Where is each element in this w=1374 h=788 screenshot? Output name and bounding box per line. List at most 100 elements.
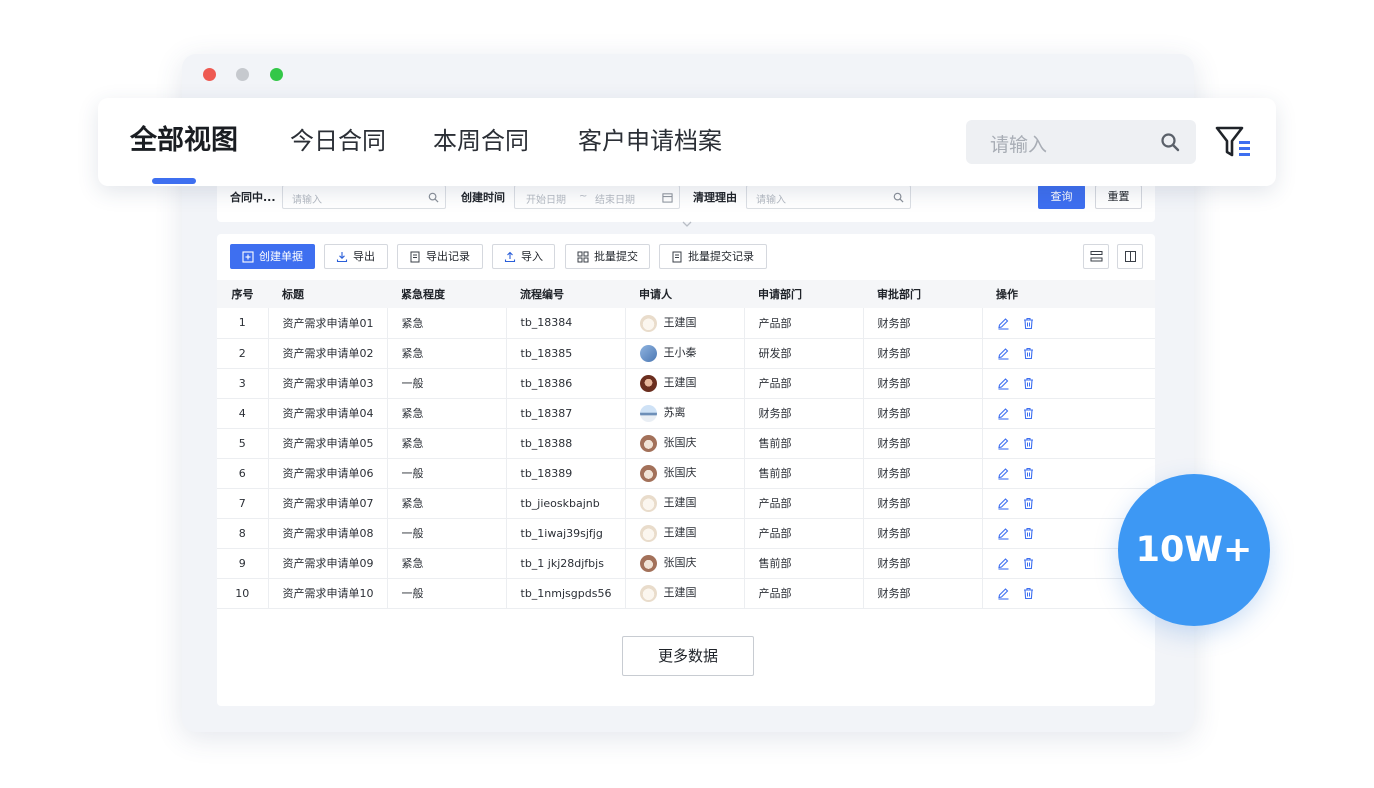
tab-all-views[interactable]: 全部视图 bbox=[130, 124, 238, 158]
contract-filter-input[interactable]: 请输入 bbox=[282, 185, 446, 209]
edit-icon[interactable] bbox=[997, 497, 1010, 510]
cell-actions bbox=[982, 368, 1155, 399]
cell-actions bbox=[982, 338, 1155, 369]
trash-icon[interactable] bbox=[1022, 527, 1035, 540]
batch-submit-button[interactable]: 批量提交 bbox=[565, 244, 650, 269]
table-row[interactable]: 4 资产需求申请单04 紧急 tb_18387 苏离 财务部 财务部 bbox=[217, 398, 1155, 429]
cell-index: 7 bbox=[217, 488, 269, 519]
cell-actions bbox=[982, 428, 1155, 459]
avatar bbox=[639, 344, 657, 362]
collapse-chevron-icon[interactable] bbox=[680, 219, 694, 229]
edit-icon[interactable] bbox=[997, 587, 1010, 600]
column-settings-button[interactable] bbox=[1117, 244, 1143, 269]
table-row[interactable]: 9 资产需求申请单09 紧急 tb_1 jkj28djfbjs 张国庆 售前部 财务部 bbox=[217, 548, 1155, 579]
window-close-dot[interactable] bbox=[203, 68, 216, 81]
clear-reason-label: 清理理由 bbox=[693, 191, 737, 204]
cell-flow-number: tb_1 jkj28djfbjs bbox=[506, 548, 626, 579]
trash-icon[interactable] bbox=[1022, 347, 1035, 360]
search-icon[interactable] bbox=[1160, 132, 1180, 152]
edit-icon[interactable] bbox=[997, 377, 1010, 390]
table-row[interactable]: 10 资产需求申请单10 一般 tb_1nmjsgpds56 王建国 产品部 财务部 bbox=[217, 578, 1155, 609]
cell-applicant: 张国庆 bbox=[625, 428, 745, 459]
date-range-picker[interactable]: 开始日期 ~ 结束日期 bbox=[514, 185, 680, 209]
active-tab-indicator bbox=[152, 178, 196, 184]
trash-icon[interactable] bbox=[1022, 497, 1035, 510]
applicant-name: 苏离 bbox=[663, 406, 686, 420]
document-icon bbox=[410, 251, 420, 263]
window-maximize-dot[interactable] bbox=[270, 68, 283, 81]
edit-icon[interactable] bbox=[997, 407, 1010, 420]
table-row[interactable]: 3 资产需求申请单03 一般 tb_18386 王建国 产品部 财务部 bbox=[217, 368, 1155, 399]
columns-icon bbox=[1125, 251, 1136, 262]
table-row[interactable]: 8 资产需求申请单08 一般 tb_1iwaj39sjfjg 王建国 产品部 财务部 bbox=[217, 518, 1155, 549]
trash-icon[interactable] bbox=[1022, 587, 1035, 600]
table-row[interactable]: 6 资产需求申请单06 一般 tb_18389 张国庆 售前部 财务部 bbox=[217, 458, 1155, 489]
clear-reason-input[interactable]: 请输入 bbox=[746, 185, 911, 209]
col-header-applicant[interactable]: 申请人 bbox=[625, 280, 744, 308]
cell-actions bbox=[982, 458, 1155, 489]
cell-urgency: 一般 bbox=[387, 458, 507, 489]
export-log-button[interactable]: 导出记录 bbox=[397, 244, 483, 269]
cell-index: 10 bbox=[217, 578, 269, 609]
filter-list-icon[interactable] bbox=[1214, 124, 1254, 160]
avatar bbox=[639, 374, 657, 392]
batch-submit-log-button[interactable]: 批量提交记录 bbox=[659, 244, 767, 269]
create-document-button[interactable]: 创建单据 bbox=[230, 244, 315, 269]
trash-icon[interactable] bbox=[1022, 557, 1035, 570]
cell-applicant: 王建国 bbox=[625, 518, 745, 549]
cell-apply-dept: 产品部 bbox=[744, 308, 864, 339]
table-row[interactable]: 7 资产需求申请单07 紧急 tb_jieoskbajnb 王建国 产品部 财务部 bbox=[217, 488, 1155, 519]
applicant-name: 张国庆 bbox=[663, 556, 697, 570]
edit-icon[interactable] bbox=[997, 437, 1010, 450]
cell-urgency: 紧急 bbox=[387, 488, 507, 519]
export-label: 导出 bbox=[353, 250, 375, 263]
trash-icon[interactable] bbox=[1022, 467, 1035, 480]
cell-actions bbox=[982, 398, 1155, 429]
load-more-button[interactable]: 更多数据 bbox=[622, 636, 754, 676]
trash-icon[interactable] bbox=[1022, 377, 1035, 390]
cell-flow-number: tb_18389 bbox=[506, 458, 626, 489]
edit-icon[interactable] bbox=[997, 317, 1010, 330]
trash-icon[interactable] bbox=[1022, 317, 1035, 330]
trash-icon[interactable] bbox=[1022, 407, 1035, 420]
cell-apply-dept: 产品部 bbox=[744, 518, 864, 549]
cell-applicant: 张国庆 bbox=[625, 548, 745, 579]
trash-icon[interactable] bbox=[1022, 437, 1035, 450]
col-header-apply-dept[interactable]: 申请部门 bbox=[744, 280, 863, 308]
import-button[interactable]: 导入 bbox=[492, 244, 555, 269]
avatar bbox=[639, 314, 657, 332]
tab-week-contracts[interactable]: 本周合同 bbox=[433, 124, 529, 158]
tab-customer-archive[interactable]: 客户申请档案 bbox=[578, 124, 722, 158]
tab-today-contracts[interactable]: 今日合同 bbox=[290, 124, 386, 158]
edit-icon[interactable] bbox=[997, 527, 1010, 540]
cell-applicant: 王建国 bbox=[625, 578, 745, 609]
document-icon bbox=[672, 251, 682, 263]
export-button[interactable]: 导出 bbox=[324, 244, 388, 269]
avatar bbox=[639, 434, 657, 452]
col-header-index[interactable]: 序号 bbox=[217, 280, 268, 308]
edit-icon[interactable] bbox=[997, 557, 1010, 570]
cell-title: 资产需求申请单07 bbox=[268, 488, 388, 519]
edit-icon[interactable] bbox=[997, 347, 1010, 360]
col-header-urgency[interactable]: 紧急程度 bbox=[387, 280, 506, 308]
batch-submit-label: 批量提交 bbox=[594, 250, 638, 263]
cell-apply-dept: 产品部 bbox=[744, 578, 864, 609]
avatar bbox=[639, 524, 657, 542]
col-header-flow-number[interactable]: 流程编号 bbox=[506, 280, 625, 308]
edit-icon[interactable] bbox=[997, 467, 1010, 480]
row-density-button[interactable] bbox=[1083, 244, 1109, 269]
query-button[interactable]: 查询 bbox=[1038, 185, 1085, 209]
cell-flow-number: tb_18385 bbox=[506, 338, 626, 369]
col-header-approve-dept[interactable]: 审批部门 bbox=[863, 280, 982, 308]
search-input[interactable]: 请输入 bbox=[966, 120, 1196, 164]
col-header-title[interactable]: 标题 bbox=[268, 280, 387, 308]
table-row[interactable]: 5 资产需求申请单05 紧急 tb_18388 张国庆 售前部 财务部 bbox=[217, 428, 1155, 459]
reset-button[interactable]: 重置 bbox=[1095, 185, 1142, 209]
cell-approve-dept: 财务部 bbox=[863, 398, 983, 429]
cell-approve-dept: 财务部 bbox=[863, 518, 983, 549]
table-row[interactable]: 2 资产需求申请单02 紧急 tb_18385 王小秦 研发部 财务部 bbox=[217, 338, 1155, 369]
table-row[interactable]: 1 资产需求申请单01 紧急 tb_18384 王建国 产品部 财务部 bbox=[217, 308, 1155, 339]
cell-apply-dept: 财务部 bbox=[744, 398, 864, 429]
window-minimize-dot[interactable] bbox=[236, 68, 249, 81]
list-settings-icon bbox=[1090, 251, 1103, 262]
